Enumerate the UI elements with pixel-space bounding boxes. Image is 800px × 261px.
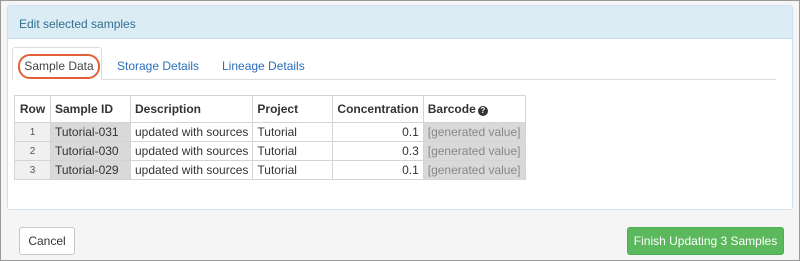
cell-sample-id: Tutorial-029 [50,160,131,180]
cell-description[interactable]: updated with sources [129,141,254,161]
grid-header-row: Row Sample ID Description Project Concen… [14,95,526,123]
col-header-description: Description [129,95,254,123]
cell-concentration[interactable]: 0.1 [332,122,424,142]
cell-description[interactable]: updated with sources [129,122,254,142]
table-row: 3 Tutorial-029 updated with sources Tuto… [14,160,526,180]
row-number: 3 [14,160,51,180]
cell-project[interactable]: Tutorial [252,122,334,142]
help-icon[interactable]: ? [477,106,488,116]
cell-project[interactable]: Tutorial [252,160,334,180]
row-number: 2 [14,141,51,161]
tab-bar: Sample Data Storage Details Lineage Deta… [12,47,776,81]
cell-concentration[interactable]: 0.1 [332,160,424,180]
finish-updating-button[interactable]: Finish Updating 3 Samples [627,227,784,255]
cell-concentration[interactable]: 0.3 [332,141,424,161]
tab-sample-data-label: Sample Data [18,54,100,79]
cell-description[interactable]: updated with sources [129,160,254,180]
cell-sample-id: Tutorial-031 [50,122,131,142]
cell-barcode: [generated value] [422,141,526,161]
tab-storage-details[interactable]: Storage Details [117,47,199,80]
cell-sample-id: Tutorial-030 [50,141,131,161]
cell-project[interactable]: Tutorial [252,141,334,161]
samples-grid: Row Sample ID Description Project Concen… [14,95,526,180]
table-row: 2 Tutorial-030 updated with sources Tuto… [14,141,526,161]
modal-frame: Edit selected samples Sample Data Storag… [0,0,800,261]
cancel-button[interactable]: Cancel [19,227,75,255]
col-header-barcode: Barcode? [422,95,526,123]
tab-sample-data[interactable]: Sample Data [12,47,102,81]
col-header-concentration: Concentration [332,95,424,123]
col-header-row: Row [14,95,51,123]
col-header-project: Project [252,95,334,123]
cell-barcode: [generated value] [422,160,526,180]
row-number: 1 [14,122,51,142]
barcode-header-label: Barcode [427,102,476,116]
panel-title: Edit selected samples [8,6,792,39]
tab-lineage-details[interactable]: Lineage Details [222,47,305,80]
cell-barcode: [generated value] [422,122,526,142]
table-row: 1 Tutorial-031 updated with sources Tuto… [14,122,526,142]
col-header-sample-id: Sample ID [50,95,131,123]
